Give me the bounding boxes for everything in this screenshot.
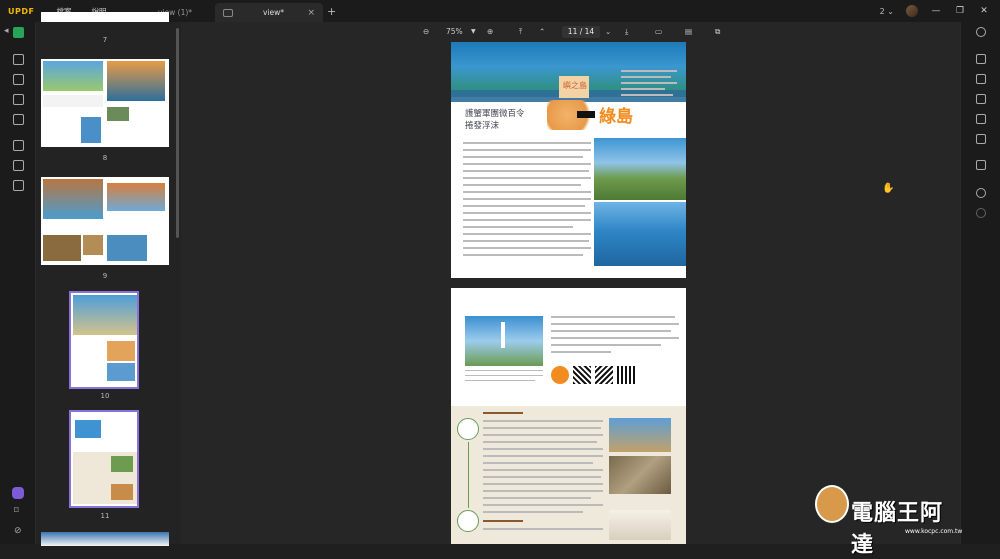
body-text bbox=[463, 140, 591, 268]
thumbnail-page-7[interactable] bbox=[41, 12, 169, 22]
thumbnail-label: 10 bbox=[100, 392, 110, 400]
mascot-logo bbox=[815, 485, 849, 523]
zoom-level[interactable]: 75% bbox=[446, 27, 463, 36]
section-text bbox=[483, 412, 603, 538]
new-tab-button[interactable]: + bbox=[327, 5, 336, 18]
protect-icon[interactable] bbox=[976, 94, 986, 104]
orange-badge bbox=[551, 366, 569, 384]
tab-view[interactable]: view* × bbox=[215, 3, 323, 22]
comment-icon[interactable] bbox=[13, 54, 24, 65]
convert-pdf-icon[interactable] bbox=[976, 74, 986, 84]
thumbnail-page-10[interactable] bbox=[69, 291, 139, 389]
photo-caption bbox=[465, 370, 543, 396]
app-logo: UPDF bbox=[8, 6, 35, 16]
share-icon[interactable] bbox=[976, 114, 986, 124]
attachment-icon[interactable]: ⊘ bbox=[14, 526, 22, 536]
right-toolbar bbox=[960, 22, 1000, 544]
subtitle-line: 護蟹軍團微百令 bbox=[465, 109, 525, 119]
first-page-icon[interactable]: ⤒ bbox=[519, 27, 522, 37]
document-page-10: 嶼之島 綠島 護蟹軍團微百令 捲發浮沫 bbox=[451, 42, 686, 278]
slideshow-icon[interactable]: ▭ bbox=[655, 27, 662, 36]
subtitle-line: 捲發浮沫 bbox=[465, 121, 500, 131]
restore-icon[interactable]: ❐ bbox=[954, 6, 966, 16]
zoom-dropdown-icon[interactable]: ▼ bbox=[471, 28, 476, 35]
avatar[interactable] bbox=[906, 5, 918, 17]
minimize-icon[interactable]: — bbox=[930, 6, 942, 16]
watermark: 電腦王阿達 www.kocpc.com.tw bbox=[815, 470, 963, 558]
tab-label: view* bbox=[263, 8, 285, 17]
thumbnail-label: 9 bbox=[102, 272, 108, 280]
subtitle: 護蟹軍團微百令 捲發浮沫 bbox=[465, 108, 525, 132]
current-page: 11 bbox=[567, 27, 578, 36]
window-controls: 2 ⌄ — ❐ ✕ bbox=[880, 0, 1000, 22]
tidepool-photo bbox=[609, 456, 671, 494]
qr-code bbox=[573, 366, 591, 384]
section-badge bbox=[457, 510, 479, 532]
thumbnail-label: 11 bbox=[100, 512, 110, 520]
email-icon[interactable] bbox=[976, 134, 986, 144]
search-icon[interactable] bbox=[976, 27, 986, 37]
compare-icon[interactable]: ⧉ bbox=[715, 27, 720, 37]
coast-photo bbox=[594, 202, 686, 266]
hands-photo bbox=[609, 510, 671, 540]
save-icon[interactable] bbox=[976, 160, 986, 170]
people-photo bbox=[609, 418, 671, 452]
section-badge bbox=[457, 418, 479, 440]
last-page-icon[interactable]: ⤓ bbox=[625, 27, 628, 37]
bookmark-icon[interactable]: ⌑ bbox=[14, 506, 19, 516]
previous-page-icon[interactable]: ⌃ bbox=[539, 27, 545, 36]
crop-icon[interactable] bbox=[13, 140, 24, 151]
undo-icon[interactable] bbox=[976, 188, 986, 198]
heading-small: 嶼之島 bbox=[563, 81, 587, 90]
info-section bbox=[451, 406, 686, 544]
view-toolbar: ⊖ 75% ▼ ⊕ ⤒ ⌃ 11 / 14 ⌄ ⤓ ▭ ▤ ⧉ bbox=[181, 22, 960, 42]
watermark-brand: 電腦王阿達 bbox=[851, 501, 944, 558]
qr-code bbox=[617, 366, 635, 384]
cliff-photo bbox=[594, 138, 686, 200]
thumbnail-panel: 7 8 9 10 11 bbox=[36, 12, 181, 546]
page-display-icon[interactable]: ▤ bbox=[685, 27, 692, 36]
reader-icon[interactable] bbox=[13, 27, 24, 38]
qr-code bbox=[595, 366, 613, 384]
layers-icon[interactable] bbox=[13, 180, 24, 191]
thumbnail-label: 7 bbox=[102, 36, 108, 44]
watermark-url: www.kocpc.com.tw bbox=[905, 528, 963, 535]
thumbnail-scrollbar[interactable] bbox=[176, 28, 179, 238]
thumbnail-page-8[interactable] bbox=[41, 59, 169, 147]
ocr-icon[interactable] bbox=[976, 54, 986, 64]
page-count-label: 2 bbox=[879, 6, 885, 16]
redo-icon[interactable] bbox=[976, 208, 986, 218]
page-number-input[interactable]: 11 / 14 bbox=[562, 26, 600, 38]
ai-assistant-icon[interactable] bbox=[12, 487, 24, 499]
thumbnail-page-11[interactable] bbox=[69, 410, 139, 508]
left-toolbar: ◂ ⌑ ⊘ bbox=[0, 22, 36, 544]
next-page-icon[interactable]: ⌄ bbox=[605, 27, 611, 36]
zoom-in-icon[interactable]: ⊕ bbox=[487, 27, 493, 36]
zoom-out-icon[interactable]: ⊖ bbox=[423, 27, 429, 36]
thumbnail-page-9[interactable] bbox=[41, 177, 169, 265]
total-pages: / 14 bbox=[579, 27, 595, 36]
page-count-dropdown[interactable]: 2 ⌄ bbox=[880, 7, 894, 16]
convert-icon[interactable] bbox=[13, 160, 24, 171]
close-tab-icon[interactable]: × bbox=[307, 8, 315, 18]
document-page-11 bbox=[451, 288, 686, 544]
edit-icon[interactable] bbox=[13, 74, 24, 85]
intro-text-block bbox=[621, 68, 679, 100]
document-icon bbox=[223, 8, 233, 17]
form-icon[interactable] bbox=[13, 94, 24, 105]
hand-cursor-icon: ✋ bbox=[882, 183, 895, 194]
organize-icon[interactable] bbox=[13, 114, 24, 125]
redacted-block bbox=[577, 111, 595, 118]
intro-paragraph bbox=[551, 316, 679, 356]
collapse-icon[interactable]: ◂ bbox=[4, 26, 9, 36]
close-icon[interactable]: ✕ bbox=[978, 6, 990, 16]
heading-big: 綠島 bbox=[599, 107, 633, 127]
thumbnail-label: 8 bbox=[102, 154, 108, 162]
